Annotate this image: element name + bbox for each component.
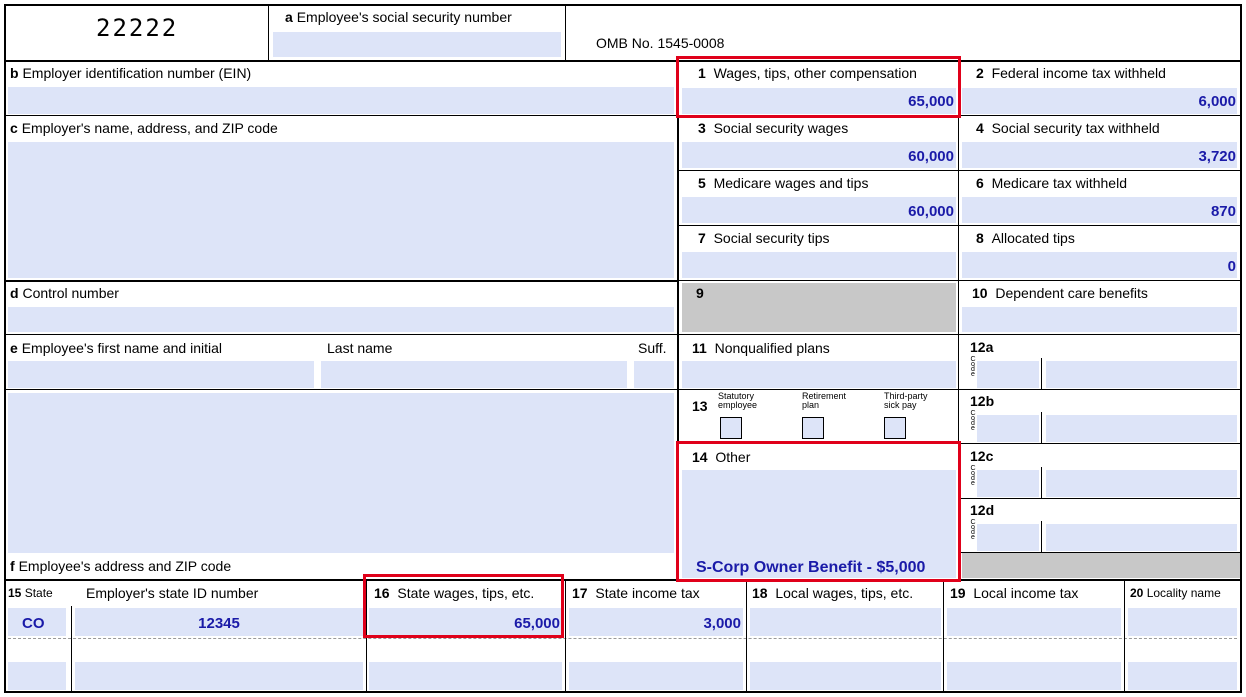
- box11-field[interactable]: [682, 361, 956, 388]
- box17-label: 17 State income tax: [572, 585, 700, 601]
- box19-label: 19 Local income tax: [950, 585, 1079, 601]
- box12a-amount[interactable]: [1046, 361, 1237, 388]
- box3-value: 60,000: [908, 148, 954, 165]
- box12a-code[interactable]: [977, 361, 1039, 388]
- box3-label: 3 Social security wages: [698, 120, 849, 136]
- box20-field[interactable]: [1128, 608, 1237, 636]
- box12a-label: 12a: [970, 339, 994, 355]
- state-value: CO: [22, 615, 45, 632]
- box5-label: 5 Medicare wages and tips: [698, 175, 869, 191]
- box4-value: 3,720: [1198, 148, 1236, 165]
- last-name-label: Last name: [327, 340, 393, 356]
- box17-value: 3,000: [703, 615, 741, 632]
- box6-value: 870: [1210, 203, 1236, 220]
- retirement-label: Retirement plan: [802, 391, 847, 410]
- last-name-field[interactable]: [321, 361, 627, 388]
- box6-label: 6 Medicare tax withheld: [976, 175, 1127, 191]
- w2-form: 22222 a Employee's social security numbe…: [0, 0, 1246, 697]
- box8-label: 8 Allocated tips: [976, 230, 1075, 246]
- suffix-label: Suff.: [638, 340, 667, 356]
- first-name-field[interactable]: [8, 361, 314, 388]
- box12b-label: 12b: [970, 393, 995, 409]
- box12d-label: 12d: [970, 502, 995, 518]
- box12d-amount[interactable]: [1046, 524, 1237, 551]
- thirdparty-checkbox[interactable]: [884, 417, 906, 439]
- statutory-label: Statutory employee: [718, 391, 758, 410]
- box18-field[interactable]: [750, 608, 941, 636]
- employer-name-label: c Employer's name, address, and ZIP code: [10, 120, 278, 136]
- box12c-code[interactable]: [977, 470, 1039, 497]
- code-label-12a: Code: [970, 356, 976, 378]
- box10-field[interactable]: [962, 307, 1237, 332]
- statutory-checkbox[interactable]: [720, 417, 742, 439]
- box2-value: 6,000: [1198, 93, 1236, 110]
- suffix-field[interactable]: [634, 361, 674, 388]
- retirement-checkbox[interactable]: [802, 417, 824, 439]
- box4-label: 4 Social security tax withheld: [976, 120, 1160, 136]
- code-label-12c: Code: [970, 465, 976, 487]
- ssn-field[interactable]: [273, 32, 561, 57]
- control-number-field[interactable]: [8, 307, 674, 332]
- box12b-amount[interactable]: [1046, 415, 1237, 442]
- employer-name-field[interactable]: [8, 142, 674, 278]
- box7-label: 7 Social security tips: [698, 230, 830, 246]
- box10-label: 10 Dependent care benefits: [972, 285, 1148, 301]
- thirdparty-label: Third-party sick pay: [884, 391, 928, 410]
- highlight-box16: [363, 574, 564, 638]
- box19-field[interactable]: [947, 608, 1121, 636]
- employee-address-field[interactable]: [8, 393, 674, 553]
- ein-label: b Employer identification number (EIN): [10, 65, 252, 81]
- box8-value: 0: [1227, 258, 1236, 275]
- box12b-code[interactable]: [977, 415, 1039, 442]
- box5-value: 60,000: [908, 203, 954, 220]
- highlight-box14: [676, 441, 961, 582]
- highlight-box1: [676, 56, 961, 118]
- box20-label: 20 Locality name: [1130, 586, 1221, 600]
- code-label-12b: Code: [970, 410, 976, 432]
- code-label-12d: Code: [970, 519, 976, 541]
- box12d-code[interactable]: [977, 524, 1039, 551]
- box11-label: 11 Nonqualified plans: [692, 340, 830, 356]
- ein-field[interactable]: [8, 87, 674, 114]
- state-id-value: 12345: [198, 615, 240, 632]
- omb-number: OMB No. 1545-0008: [596, 35, 725, 51]
- box18-label: 18 Local wages, tips, etc.: [752, 585, 914, 601]
- box15-label: 15 State: [8, 586, 53, 600]
- ssn-label: a Employee's social security number: [285, 9, 512, 25]
- box7-field[interactable]: [682, 252, 956, 278]
- shaded-area: [962, 553, 1242, 578]
- box2-label: 2 Federal income tax withheld: [976, 65, 1166, 81]
- box12c-label: 12c: [970, 448, 994, 464]
- first-name-label: e Employee's first name and initial: [10, 340, 223, 356]
- box9-shaded: [682, 283, 956, 332]
- state-id-label: Employer's state ID number: [86, 585, 259, 601]
- employee-address-label: f Employee's address and ZIP code: [10, 558, 232, 574]
- control-number-label: d Control number: [10, 285, 119, 301]
- box9-label: 9: [696, 285, 704, 301]
- form-code: 22222: [96, 14, 179, 42]
- box13-label: 13: [692, 398, 708, 414]
- box12c-amount[interactable]: [1046, 470, 1237, 497]
